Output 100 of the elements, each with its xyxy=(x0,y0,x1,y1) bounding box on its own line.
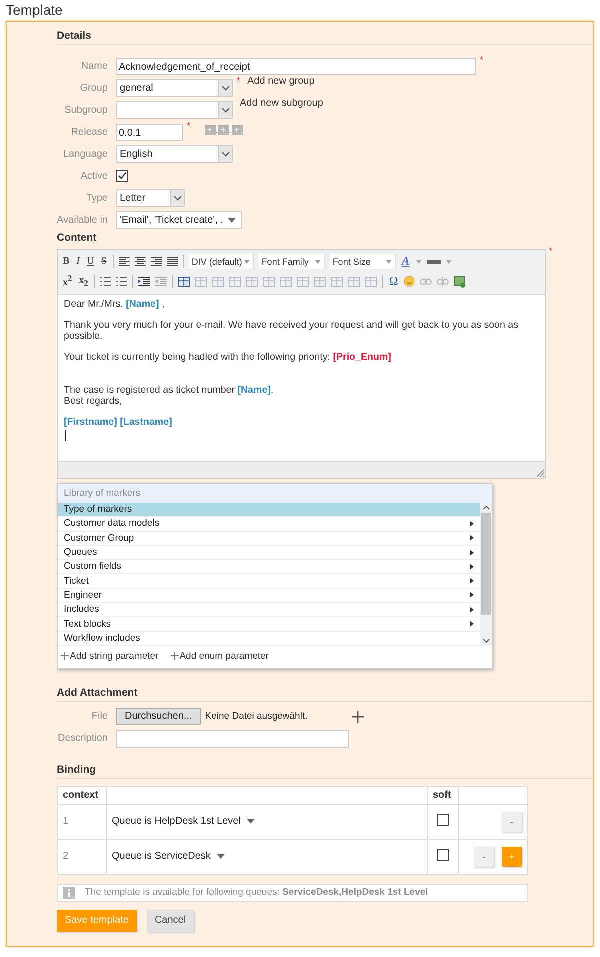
scrollbar[interactable] xyxy=(480,503,492,646)
field-label: Subgroup xyxy=(64,104,108,116)
script-button[interactable]: x$^{2}$ xyxy=(62,274,74,289)
text-cursor xyxy=(65,430,66,441)
bullet-list-icon[interactable] xyxy=(100,277,112,286)
checkbox[interactable] xyxy=(116,170,128,182)
editor-paragraph: The case is registered as ticket number [Name]. Best regards, xyxy=(64,385,275,407)
marker-category-item[interactable]: Customer Group xyxy=(58,532,480,546)
caret-down-icon[interactable] xyxy=(416,260,422,264)
plus-icon xyxy=(170,652,179,660)
script-button[interactable]: x$_{2}$ xyxy=(78,275,90,288)
format-button[interactable]: B xyxy=(62,256,71,267)
format-button[interactable]: U xyxy=(86,256,96,267)
format-button[interactable]: I xyxy=(76,256,82,267)
plus-icon[interactable] xyxy=(352,710,364,723)
align-justify-icon[interactable] xyxy=(166,257,178,266)
insert-image-icon[interactable] xyxy=(454,276,466,288)
marker-category-item[interactable]: Type of markers xyxy=(58,503,480,518)
caret-down-icon xyxy=(246,819,255,824)
delete-row-icon[interactable] xyxy=(331,276,344,286)
editor-paragraph: Thank you very much for your e-mail. We have received your request and will get back to you as soon as possible. xyxy=(64,320,520,342)
chevron-down-icon xyxy=(174,196,182,200)
marker-category-item[interactable]: Includes xyxy=(58,603,480,618)
marker-category-item[interactable]: Ticket xyxy=(58,574,480,589)
submenu-arrow-icon xyxy=(470,550,474,556)
remove-row-button[interactable]: - xyxy=(474,846,494,867)
dropdown[interactable]: English xyxy=(116,145,233,163)
chevron-down-icon xyxy=(222,152,230,156)
field-label: Available in xyxy=(57,214,108,226)
outdent-icon[interactable] xyxy=(155,277,168,286)
insert-column-icon[interactable] xyxy=(263,276,276,286)
table-properties-icon[interactable] xyxy=(365,276,378,286)
table-row-icon[interactable] xyxy=(212,276,224,286)
add-parameter-link[interactable]: Add enum parameter xyxy=(180,650,269,662)
table-cell: 1 xyxy=(58,804,106,840)
editor-paragraph: [Firstname] [Lastname] xyxy=(64,417,174,428)
special-character-button[interactable]: Ω xyxy=(388,274,400,289)
marker-category-item[interactable]: Text blocks xyxy=(58,617,480,632)
link-icon[interactable] xyxy=(420,278,432,286)
format-button[interactable]: S xyxy=(100,256,108,267)
section-heading: Content xyxy=(57,232,98,246)
merge-cells-icon[interactable] xyxy=(348,276,360,286)
dropdown[interactable]: general xyxy=(116,79,233,97)
field-label: File xyxy=(90,711,108,722)
font-color-button[interactable]: A xyxy=(400,254,411,269)
font-family-dropdown[interactable]: Font Family xyxy=(258,254,325,269)
resize-grip-icon[interactable] xyxy=(537,470,544,477)
multiselect-dropdown[interactable]: 'Email', 'Ticket create', . xyxy=(116,211,242,229)
section-heading: Details xyxy=(57,30,593,45)
marker-category-item[interactable]: Engineer xyxy=(58,588,480,604)
edit-table-icon[interactable] xyxy=(178,276,190,286)
description-input[interactable] xyxy=(116,730,349,748)
numbered-list-icon[interactable] xyxy=(116,277,128,286)
align-right-icon[interactable] xyxy=(150,257,162,266)
dropdown[interactable]: Letter xyxy=(116,189,185,207)
condition-dropdown[interactable]: Queue is HelpDesk 1st Level xyxy=(112,816,255,828)
delete-column-icon[interactable] xyxy=(314,276,326,286)
info-icon xyxy=(63,886,75,899)
add-link[interactable]: Add new subgroup xyxy=(240,98,324,109)
indent-icon[interactable] xyxy=(138,277,150,286)
plus-icon xyxy=(61,652,69,660)
field-label: Group xyxy=(79,82,108,94)
remove-row-button[interactable]: - xyxy=(502,812,522,832)
condition-dropdown[interactable]: Queue is ServiceDesk xyxy=(112,851,225,862)
browse-button[interactable]: Durchsuchen... xyxy=(116,708,202,726)
insert-row-below-icon[interactable] xyxy=(297,276,310,286)
field-label: Description xyxy=(57,733,108,744)
split-cell-icon[interactable] xyxy=(246,276,258,286)
align-left-icon[interactable] xyxy=(118,257,130,266)
required-mark: * xyxy=(237,76,241,86)
scroll-up-icon[interactable] xyxy=(482,506,490,510)
insert-row-above-icon[interactable] xyxy=(280,276,292,286)
add-parameter-link[interactable]: Add string parameter xyxy=(70,650,159,662)
caret-down-icon[interactable] xyxy=(446,260,452,264)
field-label: Type xyxy=(85,192,108,204)
soft-checkbox[interactable] xyxy=(437,849,449,862)
smiley-icon[interactable] xyxy=(404,276,416,287)
add-link[interactable]: Add new group xyxy=(248,76,315,87)
version-separator: . xyxy=(229,124,232,134)
font-size-dropdown[interactable]: Font Size xyxy=(330,254,396,269)
delete-table-icon[interactable] xyxy=(195,276,208,286)
field-label: Release xyxy=(70,126,108,138)
caret-down-icon xyxy=(228,218,236,222)
table-cell: 2 xyxy=(58,839,106,874)
marker-category-item[interactable]: Queues xyxy=(58,546,480,560)
field-label: Language xyxy=(62,148,108,160)
marker-category-item[interactable]: Workflow includes xyxy=(58,632,480,646)
release-input[interactable]: 0.0.1 xyxy=(116,124,183,140)
marker-category-item[interactable]: Custom fields xyxy=(58,560,480,574)
highlight-color-icon[interactable] xyxy=(426,260,441,264)
cancel-button[interactable]: Cancel xyxy=(146,910,194,932)
soft-checkbox[interactable] xyxy=(437,814,449,826)
marker-category-item[interactable]: Customer data models xyxy=(58,517,480,532)
align-center-icon[interactable] xyxy=(134,257,146,266)
dropdown[interactable] xyxy=(116,101,233,119)
name-input[interactable]: Acknowledgement_of_receipt xyxy=(116,58,476,74)
scroll-down-icon[interactable] xyxy=(482,638,490,643)
block-format-dropdown[interactable]: DIV (default) xyxy=(188,254,254,269)
table-cell-icon[interactable] xyxy=(229,276,242,286)
unlink-icon[interactable] xyxy=(437,276,450,286)
